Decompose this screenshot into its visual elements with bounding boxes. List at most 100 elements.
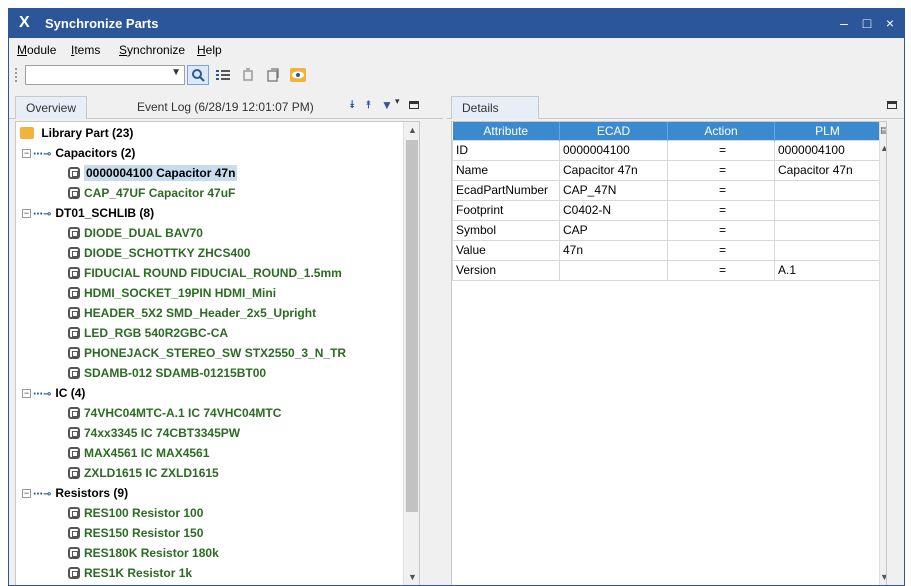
cell-attribute[interactable]: EcadPartNumber <box>452 179 560 201</box>
table-row[interactable]: Version = A.1 <box>452 259 881 281</box>
tree-item[interactable]: RES1K Resistor 1k <box>68 563 192 583</box>
tab-details[interactable]: Details <box>451 96 539 119</box>
tree-item[interactable]: DIODE_SCHOTTKY ZHCS400 <box>68 243 250 263</box>
tree-group[interactable]: − ⋯⊸ DT01_SCHLIB (8) <box>22 203 154 223</box>
col-plm[interactable]: PLM <box>774 122 881 140</box>
list-icon[interactable] <box>212 65 234 85</box>
tab-overview[interactable]: Overview <box>15 96 88 119</box>
cell-attribute[interactable]: ID <box>452 139 560 161</box>
cell-ecad[interactable]: C0402-N <box>559 199 668 221</box>
cell-ecad[interactable]: Capacitor 47n <box>559 159 668 181</box>
toolbar-grip[interactable] <box>15 68 19 82</box>
table-row[interactable]: EcadPartNumber CAP_47N = <box>452 179 881 201</box>
tree-item[interactable]: HDMI_SOCKET_19PIN HDMI_Mini <box>68 283 276 303</box>
cell-attribute[interactable]: Symbol <box>452 219 560 241</box>
cell-ecad[interactable]: 0000004100 <box>559 139 668 161</box>
close-button[interactable]: × <box>881 14 899 32</box>
cell-plm[interactable] <box>774 239 881 261</box>
expand-all-icon[interactable]: ⯭ <box>365 99 372 112</box>
tree-group[interactable]: − ⋯⊸ IC (4) <box>22 383 85 403</box>
col-action[interactable]: Action <box>667 122 775 140</box>
minimize-pane-icon[interactable] <box>409 101 419 109</box>
scroll-down-icon[interactable]: ▼ <box>404 569 419 585</box>
menu-module[interactable]: Module <box>17 43 56 57</box>
scroll-up-icon[interactable]: ▲ <box>404 122 419 138</box>
cell-ecad[interactable]: 47n <box>559 239 668 261</box>
tree-item[interactable]: RES100 Resistor 100 <box>68 503 203 523</box>
cell-ecad[interactable]: CAP_47N <box>559 179 668 201</box>
cell-ecad[interactable] <box>559 259 668 281</box>
search-icon[interactable] <box>187 65 209 85</box>
minimize-button[interactable]: – <box>835 14 853 32</box>
table-row[interactable]: Symbol CAP = <box>452 219 881 241</box>
menu-help[interactable]: Help <box>197 43 222 57</box>
tree-item[interactable]: MAX4561 IC MAX4561 <box>68 443 209 463</box>
title-bar[interactable]: X Synchronize Parts – □ × <box>9 9 904 38</box>
cell-attribute[interactable]: Name <box>452 159 560 181</box>
tree-item[interactable]: 74VHC04MTC-A.1 IC 74VHC04MTC <box>68 403 281 423</box>
tree-item[interactable]: SDAMB-012 SDAMB-01215BT00 <box>68 363 266 383</box>
table-row[interactable]: Name Capacitor 47n = Capacitor 47n <box>452 159 881 181</box>
cell-action[interactable]: = <box>667 219 775 241</box>
tree-item[interactable]: CAP_47UF Capacitor 47uF <box>68 183 235 203</box>
tree-item-label: Resistors (9) <box>55 486 129 500</box>
tree-group[interactable]: − ⋯⊸ Resistors (9) <box>22 483 128 503</box>
filter-combo[interactable]: ▼ <box>25 65 185 85</box>
eye-icon[interactable] <box>287 65 309 85</box>
collapse-icon[interactable]: − <box>22 209 31 218</box>
cell-plm[interactable] <box>774 179 881 201</box>
maximize-button[interactable]: □ <box>858 14 876 32</box>
col-attribute[interactable]: Attribute <box>452 122 560 140</box>
cell-attribute[interactable]: Footprint <box>452 199 560 221</box>
tree-item[interactable]: 74xx3345 IC 74CBT3345PW <box>68 423 240 443</box>
cell-attribute[interactable]: Version <box>452 259 560 281</box>
copy-icon[interactable] <box>262 65 284 85</box>
menu-synchronize[interactable]: Synchronize <box>119 43 185 57</box>
dropdown-icon[interactable]: ▾ <box>395 96 400 107</box>
tree-item[interactable]: RES150 Resistor 150 <box>68 523 203 543</box>
cell-plm[interactable]: A.1 <box>774 259 881 281</box>
tree-item[interactable]: LED_RGB 540R2GBC-CA <box>68 323 228 343</box>
scroll-down-icon[interactable]: ▼ <box>880 569 886 585</box>
tree-item[interactable]: HEADER_5X2 SMD_Header_2x5_Upright <box>68 303 316 323</box>
tree-group[interactable]: − ⋯⊸ Capacitors (2) <box>22 143 135 163</box>
table-row[interactable]: Value 47n = <box>452 239 881 261</box>
scroll-thumb[interactable] <box>406 140 418 512</box>
cell-action[interactable]: = <box>667 199 775 221</box>
filter-icon[interactable]: ▼ <box>381 98 393 112</box>
tree-item[interactable]: PHONEJACK_STEREO_SW STX2550_3_N_TR <box>68 343 346 363</box>
tree-item[interactable]: ZXLD1615 IC ZXLD1615 <box>68 463 219 483</box>
refresh-icon[interactable] <box>237 65 259 85</box>
column-chooser-icon[interactable]: ▤ <box>880 122 886 138</box>
tree-root[interactable]: Library Part (23) <box>20 123 133 143</box>
cell-plm[interactable]: 0000004100 <box>774 139 881 161</box>
cell-action[interactable]: = <box>667 179 775 201</box>
tab-event-log[interactable]: Event Log (6/28/19 12:01:07 PM) <box>127 96 324 119</box>
tree-scrollbar[interactable]: ▲ ▼ <box>403 122 419 585</box>
minimize-details-icon[interactable] <box>887 101 897 109</box>
cell-plm[interactable] <box>774 219 881 241</box>
col-ecad[interactable]: ECAD <box>559 122 668 140</box>
table-row[interactable]: ID 0000004100 = 0000004100 <box>452 139 881 161</box>
cell-action[interactable]: = <box>667 259 775 281</box>
cell-action[interactable]: = <box>667 139 775 161</box>
table-row[interactable]: Footprint C0402-N = <box>452 199 881 221</box>
collapse-icon[interactable]: − <box>22 389 31 398</box>
cell-attribute[interactable]: Value <box>452 239 560 261</box>
collapse-icon[interactable]: − <box>22 149 31 158</box>
tree-item[interactable]: RES180K Resistor 180k <box>68 543 219 563</box>
cell-plm[interactable] <box>774 199 881 221</box>
tree-item[interactable]: FIDUCIAL ROUND FIDUCIAL_ROUND_1.5mm <box>68 263 342 283</box>
cell-action[interactable]: = <box>667 239 775 261</box>
tree-item[interactable]: DIODE_DUAL BAV70 <box>68 223 203 243</box>
menu-items[interactable]: Items <box>71 43 100 57</box>
cell-action[interactable]: = <box>667 159 775 181</box>
tree-item[interactable]: 0000004100 Capacitor 47n <box>68 163 238 183</box>
collapse-icon[interactable]: − <box>22 489 31 498</box>
collapse-all-icon[interactable]: ⯯ <box>349 99 356 112</box>
scroll-up-icon[interactable]: ▲ <box>880 140 886 156</box>
cell-plm[interactable]: Capacitor 47n <box>774 159 881 181</box>
chevron-down-icon[interactable]: ▼ <box>171 67 181 78</box>
grid-scrollbar[interactable]: ▤ ▲ ▼ <box>879 122 886 585</box>
cell-ecad[interactable]: CAP <box>559 219 668 241</box>
